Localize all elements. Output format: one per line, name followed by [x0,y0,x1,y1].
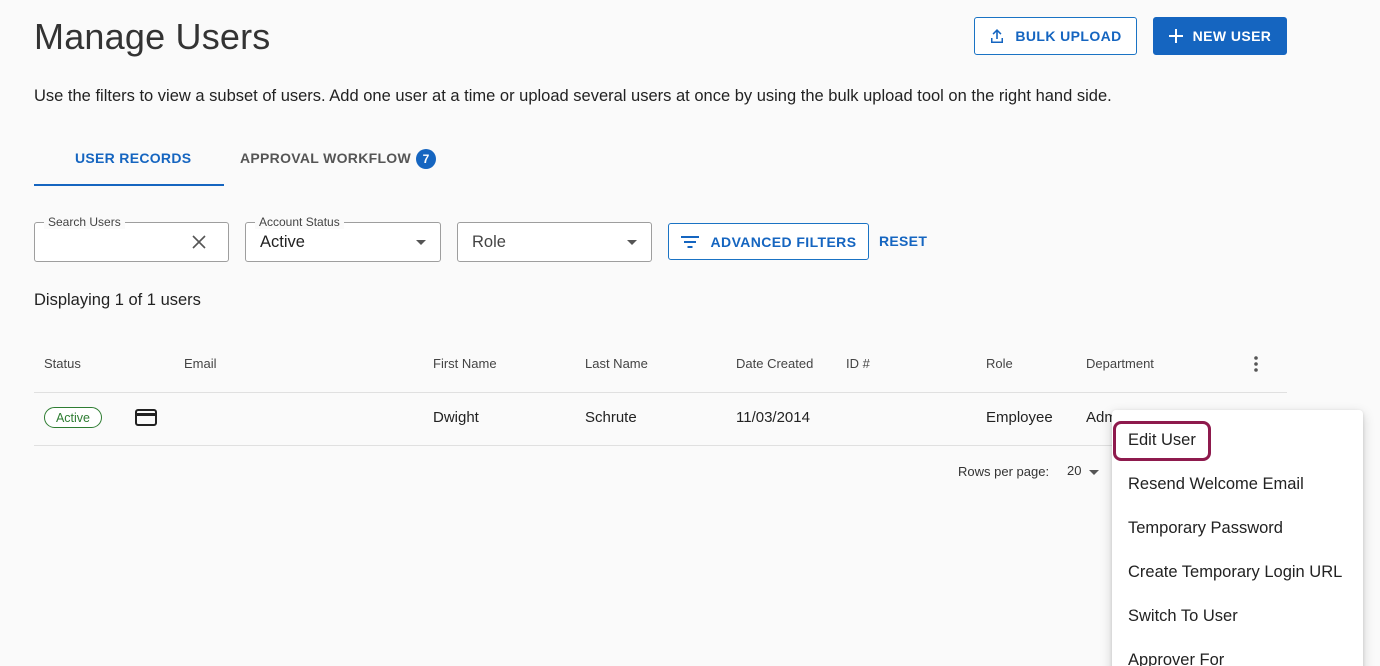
menu-item-approver-for[interactable]: Approver For [1128,651,1224,666]
approval-count-badge: 7 [416,149,436,169]
credit-card-icon[interactable] [135,409,157,431]
new-user-label: NEW USER [1192,28,1272,44]
cell-role: Employee [986,409,1053,426]
bulk-upload-button[interactable]: BULK UPLOAD [974,17,1137,55]
column-header-first-name[interactable]: First Name [433,356,497,371]
display-count: Displaying 1 of 1 users [34,291,201,309]
cell-first-name: Dwight [433,409,479,426]
reset-button[interactable]: RESET [879,233,927,249]
manage-users-page: Manage Users BULK UPLOAD NEW USER Use th… [0,0,1380,666]
search-users-label: Search Users [44,215,125,229]
table-row-divider [34,445,1287,446]
column-header-id[interactable]: ID # [846,356,870,371]
menu-item-create-temporary-login-url[interactable]: Create Temporary Login URL [1128,563,1342,582]
role-placeholder: Role [472,233,506,251]
role-select[interactable]: Role [457,222,652,262]
upload-icon [989,28,1005,44]
status-badge: Active [44,407,102,428]
search-users-input[interactable]: Search Users [34,215,229,262]
chevron-down-icon [416,240,426,245]
account-status-value: Active [260,233,305,251]
cell-last-name: Schrute [585,409,637,426]
rows-per-page-label: Rows per page: [958,464,1050,479]
column-header-email[interactable]: Email [184,356,217,371]
filter-icon [680,235,699,248]
tab-approval-workflow[interactable]: APPROVAL WORKFLOW [240,150,411,166]
column-header-last-name[interactable]: Last Name [585,356,648,371]
active-tab-indicator [34,184,224,186]
column-header-role[interactable]: Role [986,356,1013,371]
chevron-down-icon [627,240,637,245]
cell-date-created: 11/03/2014 [736,409,810,426]
menu-item-highlight [1113,421,1211,461]
menu-item-switch-to-user[interactable]: Switch To User [1128,607,1238,626]
page-description: Use the filters to view a subset of user… [34,87,1112,105]
plus-icon [1168,29,1183,43]
column-header-department[interactable]: Department [1086,356,1154,371]
advanced-filters-button[interactable]: ADVANCED FILTERS [668,223,869,260]
account-status-select[interactable]: Account Status Active [245,215,441,262]
menu-item-resend-welcome-email[interactable]: Resend Welcome Email [1128,475,1304,494]
rows-per-page-select[interactable]: 20 [1067,463,1081,478]
close-icon[interactable] [192,235,206,254]
tab-user-records[interactable]: USER RECORDS [75,150,191,166]
more-vertical-icon[interactable] [1251,355,1261,378]
advanced-filters-label: ADVANCED FILTERS [710,233,857,250]
page-title: Manage Users [34,16,271,57]
new-user-button[interactable]: NEW USER [1153,17,1287,55]
column-header-status[interactable]: Status [44,356,81,371]
menu-item-temporary-password[interactable]: Temporary Password [1128,519,1283,538]
bulk-upload-label: BULK UPLOAD [1015,28,1122,44]
account-status-label: Account Status [255,215,344,229]
column-header-date-created[interactable]: Date Created [736,356,813,371]
table-header-divider [34,392,1287,393]
chevron-down-icon[interactable] [1089,470,1099,475]
